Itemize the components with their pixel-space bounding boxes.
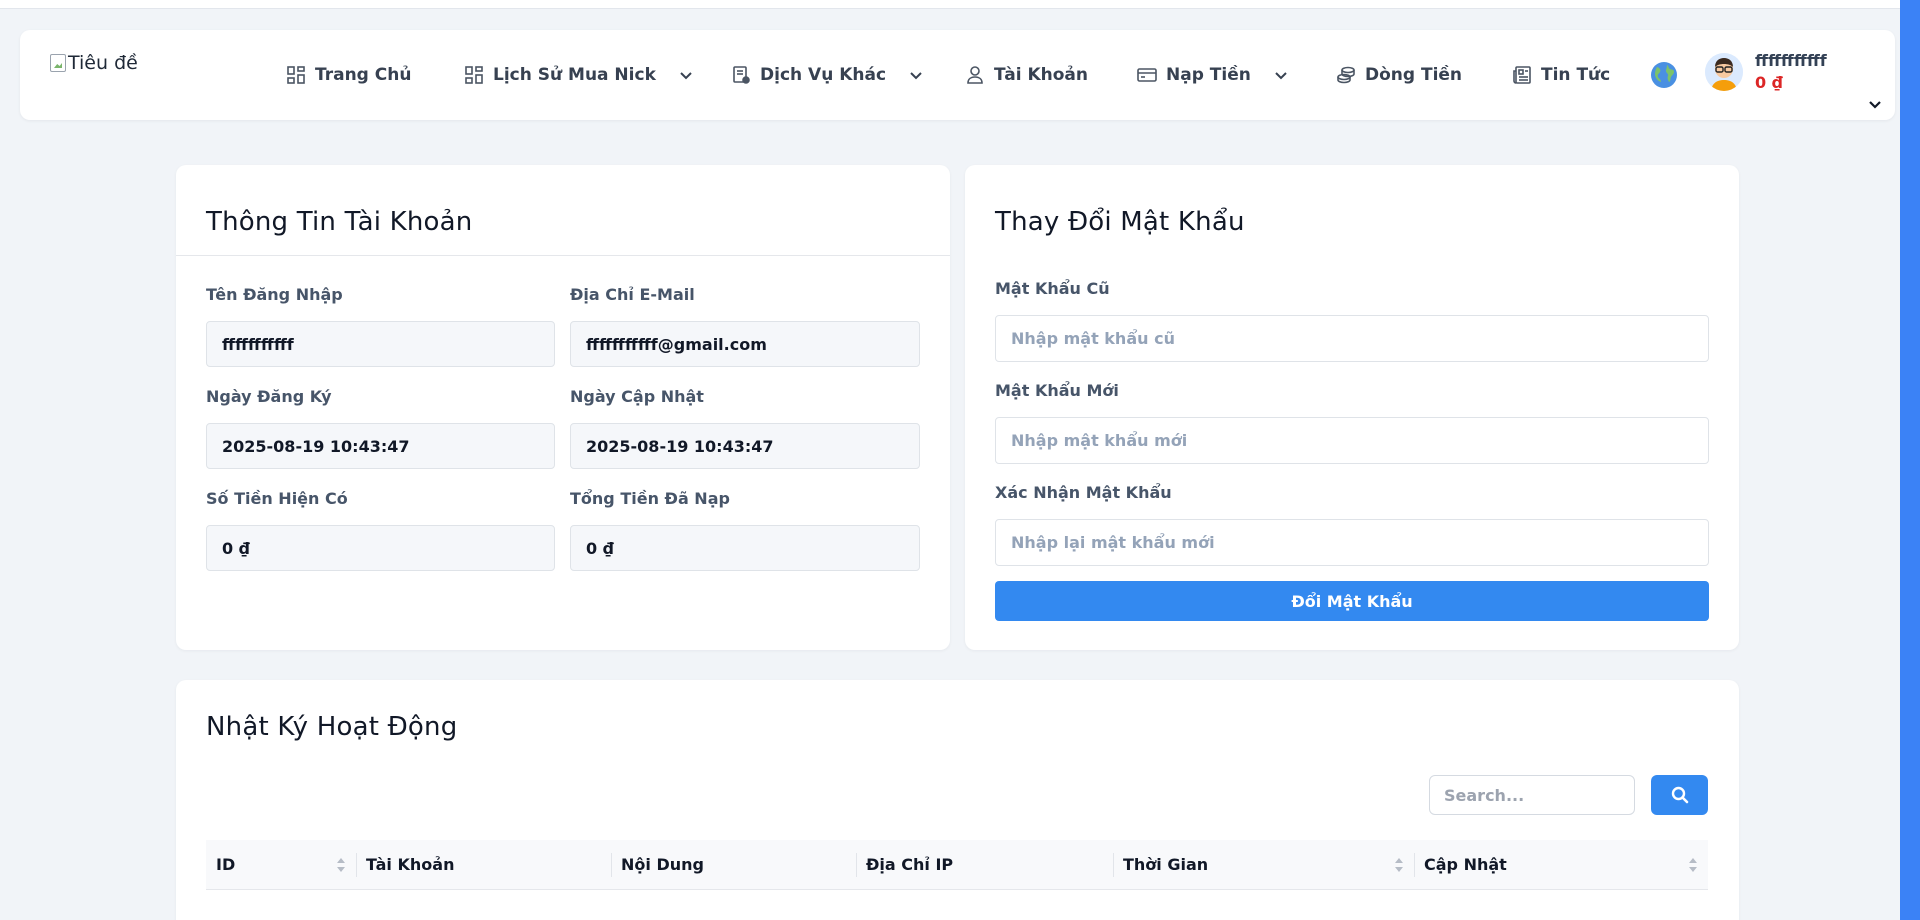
user-info: fffffffffff 0 ₫	[1755, 50, 1827, 94]
side-accent-bar	[1900, 0, 1920, 920]
nav-item-home[interactable]: Trang Chủ	[286, 65, 464, 85]
logo-alt-text: Tiêu đề	[68, 52, 138, 74]
account-info-card: Thông Tin Tài Khoản Tên Đăng Nhập ffffff…	[176, 165, 950, 650]
globe-icon[interactable]	[1650, 61, 1678, 89]
newspaper-icon	[1513, 66, 1531, 84]
nav-item-account[interactable]: Tài Khoản	[965, 65, 1137, 85]
chevron-down-icon	[910, 72, 922, 80]
column-header-account[interactable]: Tài Khoản	[356, 840, 611, 890]
nav-label: Dòng Tiền	[1365, 65, 1463, 85]
chevron-down-icon	[680, 72, 692, 80]
column-header-content[interactable]: Nội Dung	[611, 840, 856, 890]
nav-label: Trang Chủ	[315, 65, 412, 85]
sort-icon	[1689, 857, 1697, 872]
change-password-card: Thay Đổi Mật Khẩu Mật Khẩu Cũ Mật Khẩu M…	[965, 165, 1739, 650]
activity-log-card: Nhật Ký Hoạt Động ID Tài Khoản Nội Dung …	[176, 680, 1739, 920]
column-label: Nội Dung	[621, 855, 704, 874]
top-navbar: Tiêu đề Trang Chủ Lịch Sử Mua Nick Dịch …	[20, 30, 1895, 120]
search-button[interactable]	[1651, 775, 1708, 815]
new-password-input[interactable]	[995, 417, 1709, 464]
table-header: ID Tài Khoản Nội Dung Địa Chỉ IP Thời Gi…	[206, 840, 1708, 890]
total-deposit-field: 0 ₫	[570, 525, 920, 571]
column-header-updated[interactable]: Cập Nhật	[1414, 840, 1708, 890]
confirm-password-input[interactable]	[995, 519, 1709, 566]
change-password-button[interactable]: Đổi Mật Khẩu	[995, 581, 1709, 621]
created-date-field: 2025-08-19 10:43:47	[206, 423, 555, 469]
user-name: fffffffffff	[1755, 51, 1827, 70]
confirm-password-label: Xác Nhận Mật Khẩu	[995, 483, 1172, 502]
user-menu[interactable]: fffffffffff 0 ₫	[1705, 50, 1827, 94]
nav-label: Lịch Sử Mua Nick	[493, 65, 656, 85]
nav-item-other-services[interactable]: Dịch Vụ Khác	[731, 65, 965, 85]
total-deposit-label: Tổng Tiền Đã Nạp	[570, 489, 730, 508]
avatar-icon	[1705, 53, 1743, 91]
email-field: fffffffffff@gmail.com	[570, 321, 920, 367]
old-password-input[interactable]	[995, 315, 1709, 362]
grid-icon	[287, 66, 305, 84]
updated-date-field: 2025-08-19 10:43:47	[570, 423, 920, 469]
chevron-down-icon	[1275, 72, 1287, 80]
updated-date-label: Ngày Cập Nhật	[570, 387, 704, 406]
account-info-title: Thông Tin Tài Khoản	[206, 207, 473, 237]
site-logo[interactable]: Tiêu đề	[50, 52, 138, 74]
username-field: fffffffffff	[206, 321, 555, 367]
search-icon	[1671, 786, 1688, 804]
new-password-label: Mật Khẩu Mới	[995, 381, 1119, 400]
balance-field: 0 ₫	[206, 525, 555, 571]
search-input[interactable]	[1429, 775, 1635, 815]
column-header-time[interactable]: Thời Gian	[1113, 840, 1414, 890]
column-header-id[interactable]: ID	[206, 840, 356, 890]
email-label: Địa Chỉ E-Mail	[570, 285, 695, 304]
username-label: Tên Đăng Nhập	[206, 285, 343, 304]
nav-label: Nạp Tiền	[1166, 65, 1251, 85]
card-icon	[1137, 68, 1157, 82]
column-header-ip-address[interactable]: Địa Chỉ IP	[856, 840, 1113, 890]
nav-label: Dịch Vụ Khác	[760, 65, 887, 85]
nav-item-deposit[interactable]: Nạp Tiền	[1137, 65, 1336, 85]
services-icon	[733, 66, 750, 84]
card-divider	[176, 255, 950, 256]
chevron-down-icon[interactable]	[1867, 97, 1883, 113]
sort-icon	[1395, 857, 1403, 872]
column-label: Thời Gian	[1123, 855, 1209, 874]
column-label: ID	[216, 855, 236, 874]
nav-label: Tin Tức	[1541, 65, 1611, 85]
browser-top-edge	[0, 0, 1920, 9]
nav-item-news[interactable]: Tin Tức	[1512, 65, 1622, 85]
coins-icon	[1337, 66, 1355, 84]
main-nav: Trang Chủ Lịch Sử Mua Nick Dịch Vụ Khác …	[286, 30, 1622, 120]
grid-icon	[465, 66, 483, 84]
avatar	[1705, 53, 1743, 91]
nav-label: Tài Khoản	[994, 65, 1088, 85]
created-date-label: Ngày Đăng Ký	[206, 387, 332, 406]
broken-image-icon	[50, 54, 66, 72]
old-password-label: Mật Khẩu Cũ	[995, 279, 1110, 298]
column-label: Tài Khoản	[366, 855, 455, 874]
balance-label: Số Tiền Hiện Có	[206, 489, 348, 508]
column-label: Địa Chỉ IP	[866, 855, 954, 874]
activity-log-title: Nhật Ký Hoạt Động	[206, 712, 458, 742]
nav-item-purchase-history[interactable]: Lịch Sử Mua Nick	[464, 65, 731, 85]
user-icon	[967, 66, 983, 84]
sort-icon	[337, 857, 345, 872]
column-label: Cập Nhật	[1424, 855, 1507, 874]
nav-item-cash-flow[interactable]: Dòng Tiền	[1336, 65, 1512, 85]
change-password-title: Thay Đổi Mật Khẩu	[995, 207, 1245, 237]
user-balance: 0 ₫	[1755, 73, 1783, 92]
